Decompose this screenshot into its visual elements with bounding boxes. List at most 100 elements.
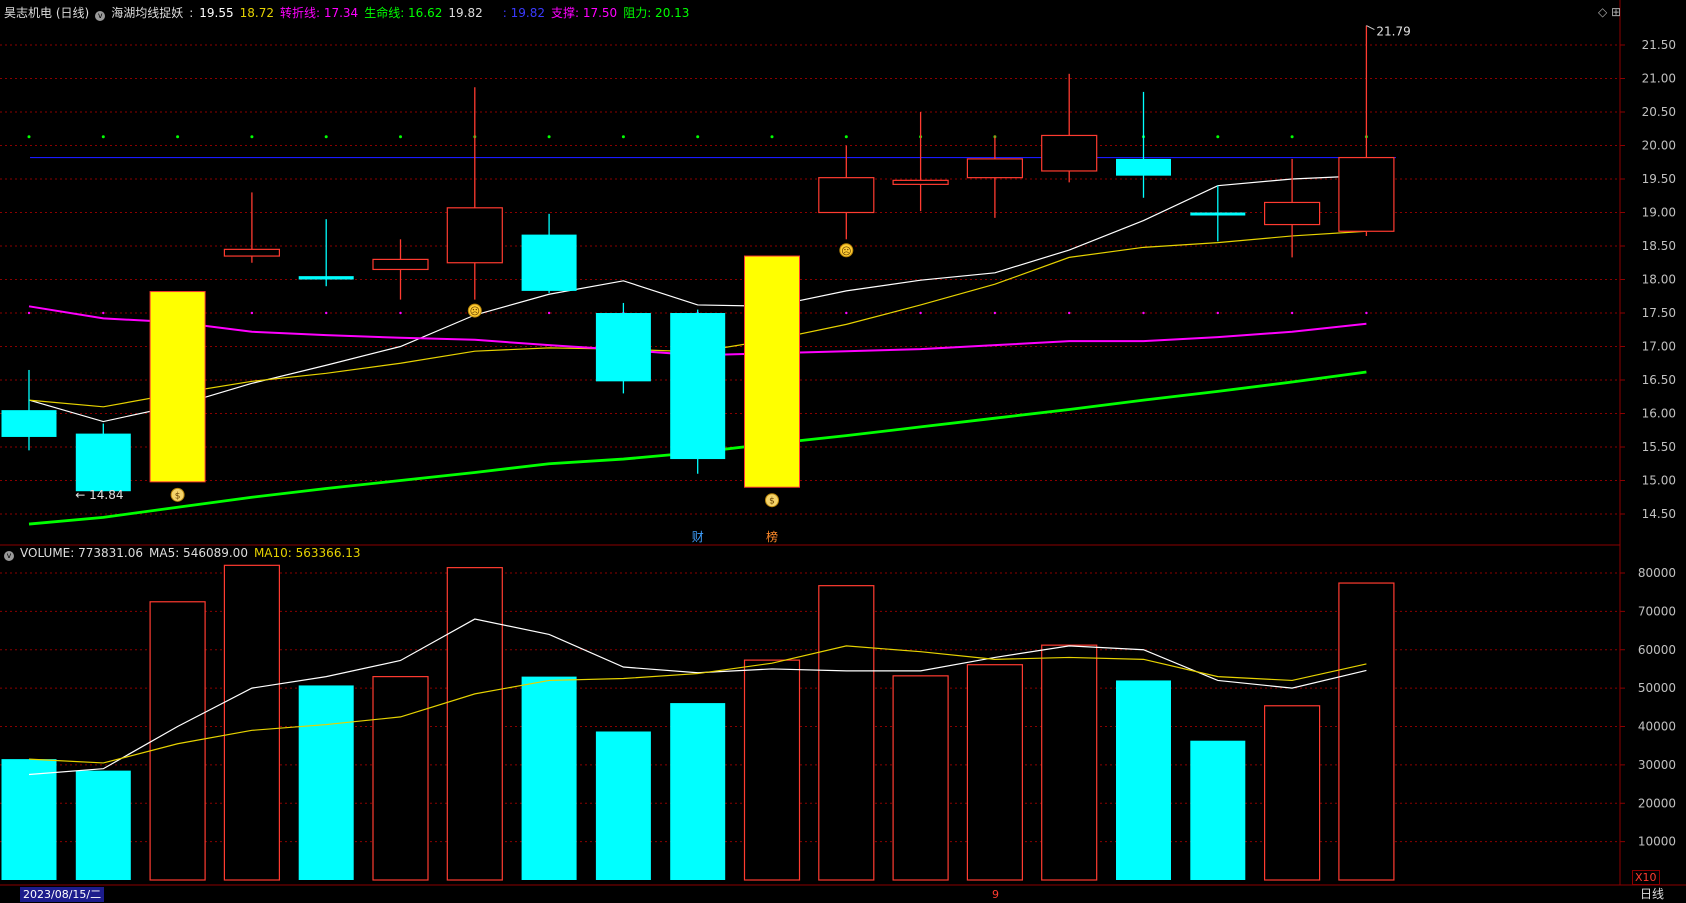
candle-body bbox=[149, 291, 206, 483]
price-tick-label: 17.50 bbox=[1642, 306, 1676, 320]
candle-body bbox=[1263, 201, 1321, 226]
current-date-label: 2023/08/15/二 bbox=[20, 887, 105, 902]
candle bbox=[75, 423, 131, 492]
candle-body bbox=[372, 258, 429, 271]
candle bbox=[744, 255, 800, 488]
price-tick-label: 17.00 bbox=[1642, 340, 1676, 354]
support-dot bbox=[325, 311, 328, 315]
candle bbox=[298, 219, 354, 287]
price-tick-label: 18.50 bbox=[1642, 239, 1676, 253]
volume-tick-label: 10000 bbox=[1638, 835, 1676, 849]
resist-dot bbox=[324, 135, 328, 139]
support-dot bbox=[102, 311, 105, 315]
stock-title: 昊志机电 (日线) bbox=[4, 6, 90, 20]
candle-body bbox=[1338, 156, 1395, 232]
resist-dot bbox=[27, 135, 31, 139]
candle bbox=[446, 87, 503, 300]
candle bbox=[1041, 73, 1098, 183]
life-line-value: 生命线: 16.62 bbox=[364, 6, 443, 20]
volume-bar bbox=[75, 770, 131, 880]
event-mark: 榜 bbox=[766, 529, 778, 544]
candle-body bbox=[892, 179, 949, 185]
volume-bar bbox=[595, 731, 651, 880]
panel-controls-icon[interactable]: ◇ ⊞ bbox=[1598, 5, 1621, 19]
support-value: 支撑: 17.50 bbox=[550, 6, 618, 20]
resist-dot bbox=[770, 135, 774, 139]
price-tick-label: 21.50 bbox=[1642, 38, 1676, 52]
resist-line-value: : 19.82 bbox=[502, 6, 545, 20]
volume-tick-label: 40000 bbox=[1638, 720, 1676, 734]
volume-bar bbox=[1338, 582, 1395, 881]
volume-bar bbox=[1041, 644, 1098, 881]
candle-body bbox=[1041, 134, 1098, 172]
low-price-label: ← 14.84 bbox=[75, 488, 123, 502]
support-dot bbox=[919, 311, 922, 315]
candle bbox=[1, 369, 57, 451]
support-dot bbox=[399, 311, 402, 315]
support-dot bbox=[547, 311, 551, 315]
price-tick-label: 19.50 bbox=[1642, 172, 1676, 186]
indicator-name: 海湖均线捉妖 bbox=[111, 6, 184, 20]
volume-tick-label: 70000 bbox=[1638, 604, 1676, 618]
candle-body bbox=[1116, 158, 1171, 176]
support-dot bbox=[1365, 311, 1368, 315]
candle bbox=[1116, 91, 1171, 198]
price-tick-label: 21.00 bbox=[1642, 72, 1676, 86]
resist-dot bbox=[399, 135, 402, 139]
resist-dot bbox=[844, 135, 848, 139]
volume-unit-label: X10 bbox=[1632, 870, 1660, 885]
candle bbox=[521, 213, 577, 293]
candle bbox=[818, 145, 875, 240]
volume-ma10-value: MA10: 563366.13 bbox=[253, 546, 361, 560]
price-tick-label: 16.00 bbox=[1642, 407, 1676, 421]
support-dot bbox=[250, 311, 254, 315]
face-symbol: ☹ bbox=[841, 246, 851, 257]
price-tick-label: 20.50 bbox=[1642, 105, 1676, 119]
stock-chart[interactable]: 14.50 15.00 15.50 16.00 16.50 17.00 17.50 18.00… bbox=[0, 0, 1686, 903]
price-panel-header: 昊志机电 (日线) v 海湖均线捉妖:19.55 18.72 转折线: 17.34 生命线… bbox=[4, 6, 690, 21]
volume-bar bbox=[372, 676, 429, 881]
candle bbox=[1338, 25, 1395, 236]
volume-bar bbox=[446, 567, 503, 881]
volume-ma5-value: MA5: 546089.00 bbox=[149, 546, 248, 560]
event-mark: 财 bbox=[692, 530, 704, 544]
resist-dot bbox=[250, 135, 254, 139]
candle-body bbox=[744, 255, 800, 488]
money-bag-symbol: $ bbox=[769, 497, 775, 507]
support-dot bbox=[1216, 311, 1220, 315]
volume-bar bbox=[1116, 680, 1171, 880]
volume-bar bbox=[670, 703, 726, 880]
candle bbox=[670, 309, 726, 474]
candle bbox=[966, 135, 1024, 218]
volume-bar bbox=[966, 664, 1024, 881]
candle-body bbox=[966, 158, 1024, 179]
ma10-value: 18.72 bbox=[239, 6, 274, 20]
candle-body bbox=[446, 207, 503, 264]
ma5-value: 19.55 bbox=[199, 6, 234, 20]
candle-body bbox=[1, 410, 57, 437]
volume-tick-label: 50000 bbox=[1638, 681, 1676, 695]
price-tick-label: 18.00 bbox=[1642, 273, 1676, 287]
price-tick-label: 20.00 bbox=[1642, 139, 1676, 153]
turn-line-value: 转折线: 17.34 bbox=[279, 6, 359, 20]
candle-body bbox=[223, 248, 280, 257]
candle bbox=[892, 112, 949, 212]
volume-value: VOLUME: 773831.06 bbox=[20, 546, 143, 560]
candle-body bbox=[298, 276, 354, 280]
resist-dot bbox=[621, 135, 625, 139]
candle-body bbox=[1190, 212, 1246, 216]
resist-dot bbox=[176, 135, 180, 139]
support-dot bbox=[993, 311, 997, 315]
candle-body bbox=[818, 177, 875, 214]
indicator-dropdown-icon[interactable]: v bbox=[95, 11, 106, 21]
support-dot bbox=[1290, 311, 1294, 315]
resistance-value: 阻力: 20.13 bbox=[623, 6, 690, 20]
volume-dropdown-icon[interactable]: v bbox=[4, 551, 14, 561]
volume-bar bbox=[298, 685, 354, 880]
support-dot bbox=[1068, 311, 1071, 315]
period-label[interactable]: 日线 bbox=[1640, 887, 1664, 902]
price-tick-label: 19.00 bbox=[1642, 206, 1676, 220]
resist-dot bbox=[1216, 135, 1220, 139]
volume-bar bbox=[1, 759, 57, 880]
high-pointer bbox=[1366, 25, 1375, 31]
